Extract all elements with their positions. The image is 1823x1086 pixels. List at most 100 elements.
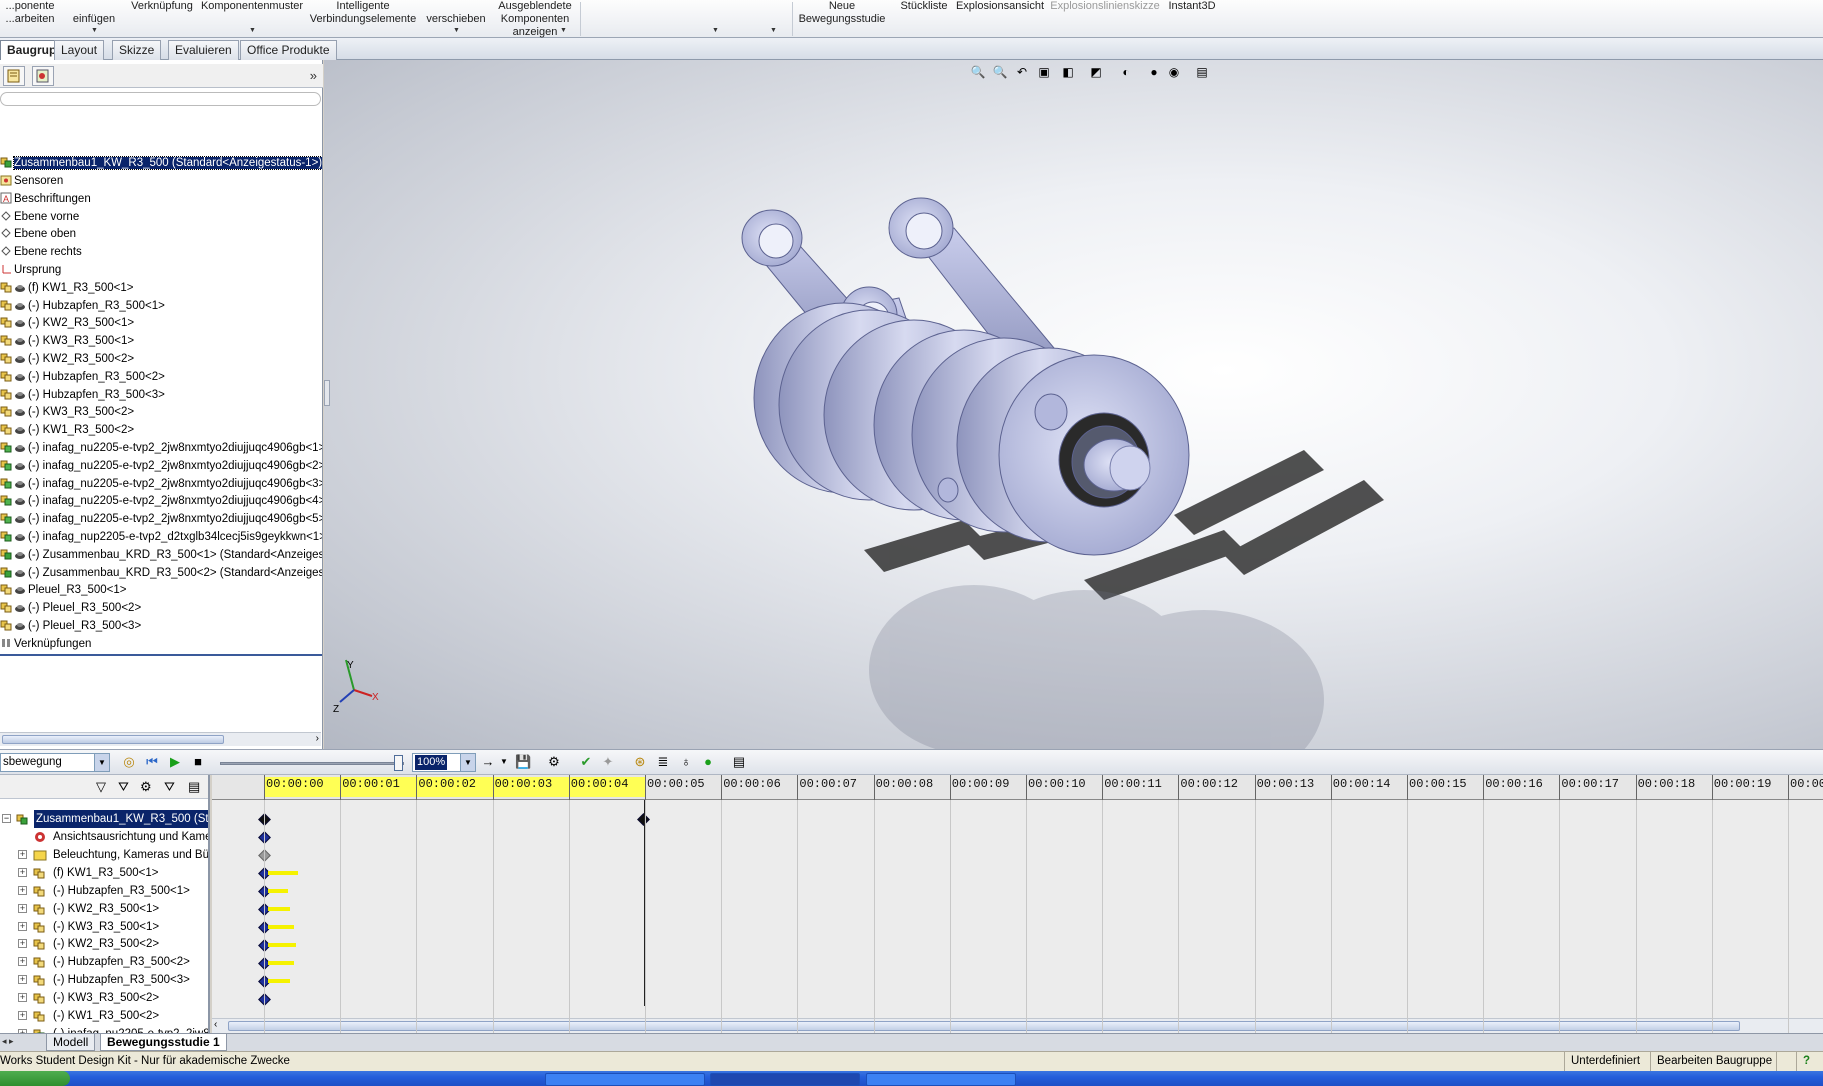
results-plots-icon[interactable]: ▤ — [731, 754, 747, 770]
tree-item[interactable]: (-) KW1_R3_500<2> — [0, 421, 322, 439]
chevron-down-icon[interactable]: ▼ — [460, 754, 475, 771]
expand-icon[interactable]: + — [18, 885, 27, 895]
play-from-start-icon[interactable]: ⏮ — [144, 754, 160, 770]
motion-tree-item[interactable]: + (-) KW3_R3_500<1> — [0, 918, 208, 936]
tree-item[interactable]: (-) KW3_R3_500<2> — [0, 403, 322, 421]
chevron-down-icon[interactable]: ▼ — [453, 27, 460, 34]
expand-icon[interactable]: + — [18, 867, 27, 877]
tree-item[interactable]: (-) inafag_nu2205-e-tvp2_2jw8nxmtyo2diuj… — [0, 475, 322, 493]
tree-item[interactable]: Verknüpfungen — [0, 635, 322, 653]
tree-item[interactable]: (-) Pleuel_R3_500<2> — [0, 599, 322, 617]
tree-item[interactable]: Ursprung — [0, 261, 322, 279]
expand-icon[interactable]: + — [18, 975, 27, 985]
animation-wizard-icon[interactable]: ⚙ — [546, 754, 562, 770]
tree-item[interactable]: Ebene vorne — [0, 208, 322, 226]
expand-icon[interactable]: + — [18, 849, 27, 859]
tree-item[interactable]: (-) inafag_nu2205-e-tvp2_2jw8nxmtyo2diuj… — [0, 492, 322, 510]
motion-tree-item[interactable]: +(-) inafag_nu2205-e-tvp2_2jw8 — [0, 1025, 208, 1033]
tree-item[interactable]: Ebene rechts — [0, 243, 322, 261]
expand-icon[interactable]: + — [18, 903, 27, 913]
motion-tree-item[interactable]: + (-) KW1_R3_500<2> — [0, 1007, 208, 1025]
ribbon-button[interactable]: Explosionslinienskizze — [1047, 0, 1163, 38]
ribbon-button[interactable]: Neue Bewegungsstudie — [797, 0, 887, 38]
collapse-icon[interactable]: − — [2, 814, 11, 823]
motion-tree-item[interactable]: Ansichtsausrichtung und Kamera — [0, 828, 208, 846]
ribbon-button[interactable]: Verknüpfung — [126, 0, 198, 38]
chevron-down-icon[interactable]: ▼ — [94, 754, 109, 771]
collapse-all-icon[interactable]: ▤ — [188, 779, 200, 795]
tree-item[interactable]: (-) inafag_nup2205-e-tvp2_d2txglb34lcecj… — [0, 528, 322, 546]
tree-item[interactable]: (-) Zusammenbau_KRD_R3_500<1> (Standard<… — [0, 546, 322, 564]
motion-tree-item[interactable]: + (-) Hubzapfen_R3_500<3> — [0, 971, 208, 989]
tab-layout[interactable]: Layout — [54, 40, 105, 60]
tree-item[interactable]: (-) Zusammenbau_KRD_R3_500<2> (Standard<… — [0, 564, 322, 582]
playback-speed-slider[interactable] — [220, 762, 404, 765]
taskbar-window-active[interactable] — [710, 1073, 860, 1086]
playback-mode-icon[interactable]: → — [480, 754, 496, 770]
filter-results-icon[interactable]: ⛛ — [164, 779, 175, 795]
expand-icon[interactable]: + — [18, 993, 27, 1003]
tree-item[interactable]: (-) KW2_R3_500<2> — [0, 350, 322, 368]
tree-item[interactable]: Ebene oben — [0, 225, 322, 243]
scroll-right-icon[interactable]: › — [316, 733, 319, 744]
spring-icon[interactable]: ≣ — [655, 754, 671, 770]
motion-tree-root[interactable]: − Zusammenbau1_KW_R3_500 (Stan — [0, 810, 208, 828]
tree-item[interactable]: (f) KW1_R3_500<1> — [0, 279, 322, 297]
motion-tree-item[interactable]: + (-) KW2_R3_500<1> — [0, 900, 208, 918]
tree-filter-input[interactable] — [0, 92, 321, 106]
expand-icon[interactable]: + — [18, 921, 27, 931]
feature-tree-scrollbar[interactable]: › — [0, 732, 321, 746]
tab-office-produkte[interactable]: Office Produkte — [240, 40, 337, 60]
tree-item[interactable]: (-) Hubzapfen_R3_500<1> — [0, 297, 322, 315]
chevron-down-icon[interactable]: ▼ — [91, 27, 98, 34]
expand-panel-icon[interactable]: » — [310, 68, 317, 83]
slider-thumb[interactable] — [394, 755, 403, 771]
tree-item[interactable]: Pleuel_R3_500<1> — [0, 581, 322, 599]
scroll-thumb[interactable] — [2, 735, 224, 744]
tree-item[interactable]: Sensoren — [0, 172, 322, 190]
tree-item[interactable]: (-) KW3_R3_500<1> — [0, 332, 322, 350]
start-button[interactable] — [0, 1071, 70, 1086]
tree-item[interactable]: (-) inafag_nu2205-e-tvp2_2jw8nxmtyo2diuj… — [0, 439, 322, 457]
filter-animated-icon[interactable]: ▽ — [96, 779, 106, 795]
tree-item[interactable]: A Beschriftungen — [0, 190, 322, 208]
timeline[interactable]: 00:00:00 00:00:01 00:00:02 00:00:03 00:00:04… — [212, 775, 1823, 1033]
chevron-down-icon[interactable]: ▼ — [249, 27, 256, 34]
timeline-ruler[interactable]: 00:00:00 00:00:01 00:00:02 00:00:03 00:00:04… — [212, 775, 1823, 800]
tree-item[interactable]: (-) Hubzapfen_R3_500<3> — [0, 386, 322, 404]
ribbon-button[interactable]: Instant3D — [1162, 0, 1222, 38]
ribbon-button[interactable]: Stückliste — [894, 0, 954, 38]
taskbar-window[interactable] — [545, 1073, 705, 1086]
save-animation-icon[interactable]: 💾 — [515, 754, 531, 770]
ribbon-button[interactable]: Explosionsansicht — [953, 0, 1047, 38]
motion-tree-item[interactable]: + (f) KW1_R3_500<1> — [0, 864, 208, 882]
damper-icon[interactable]: ♁ — [678, 754, 694, 770]
autokey-icon[interactable]: ✔ — [578, 754, 594, 770]
feature-tree-tab[interactable] — [3, 66, 25, 86]
tab-scroll-icons[interactable]: ◂ ▸ — [2, 1036, 14, 1047]
ribbon-button[interactable]: Intelligente Verbindungselemente — [306, 0, 420, 38]
ribbon-button[interactable]: ...ponente ...arbeiten — [0, 0, 60, 38]
gravity-icon[interactable]: ● — [700, 754, 716, 770]
expand-icon[interactable]: + — [18, 939, 27, 949]
tree-item[interactable]: (-) Pleuel_R3_500<3> — [0, 617, 322, 635]
chevron-down-icon[interactable]: ▼ — [712, 27, 719, 34]
calculate-icon[interactable]: ◎ — [121, 754, 137, 770]
timeline-scrollbar[interactable]: ‹ — [212, 1018, 1823, 1033]
chevron-down-icon[interactable]: ▼ — [560, 27, 567, 34]
tree-item[interactable]: (-) Hubzapfen_R3_500<2> — [0, 368, 322, 386]
play-icon[interactable]: ▶ — [167, 754, 183, 770]
expand-icon[interactable]: + — [18, 1011, 27, 1020]
tab-skizze[interactable]: Skizze — [112, 40, 162, 60]
chevron-down-icon[interactable]: ▼ — [496, 754, 512, 770]
motion-tree-item[interactable]: + Beleuchtung, Kameras und Bühr — [0, 846, 208, 864]
scroll-thumb[interactable] — [228, 1021, 1740, 1031]
tab-modell[interactable]: Modell — [46, 1034, 96, 1051]
panel-splitter-handle[interactable] — [324, 380, 330, 406]
help-icon[interactable]: ? — [1796, 1052, 1818, 1071]
study-type-select[interactable]: sbewegung ▼ — [0, 753, 110, 772]
add-key-icon[interactable]: ✦ — [600, 754, 616, 770]
taskbar-window[interactable] — [866, 1073, 1016, 1086]
chevron-down-icon[interactable]: ▼ — [770, 27, 777, 34]
filter-driving-icon[interactable]: ⛛ — [118, 779, 129, 795]
